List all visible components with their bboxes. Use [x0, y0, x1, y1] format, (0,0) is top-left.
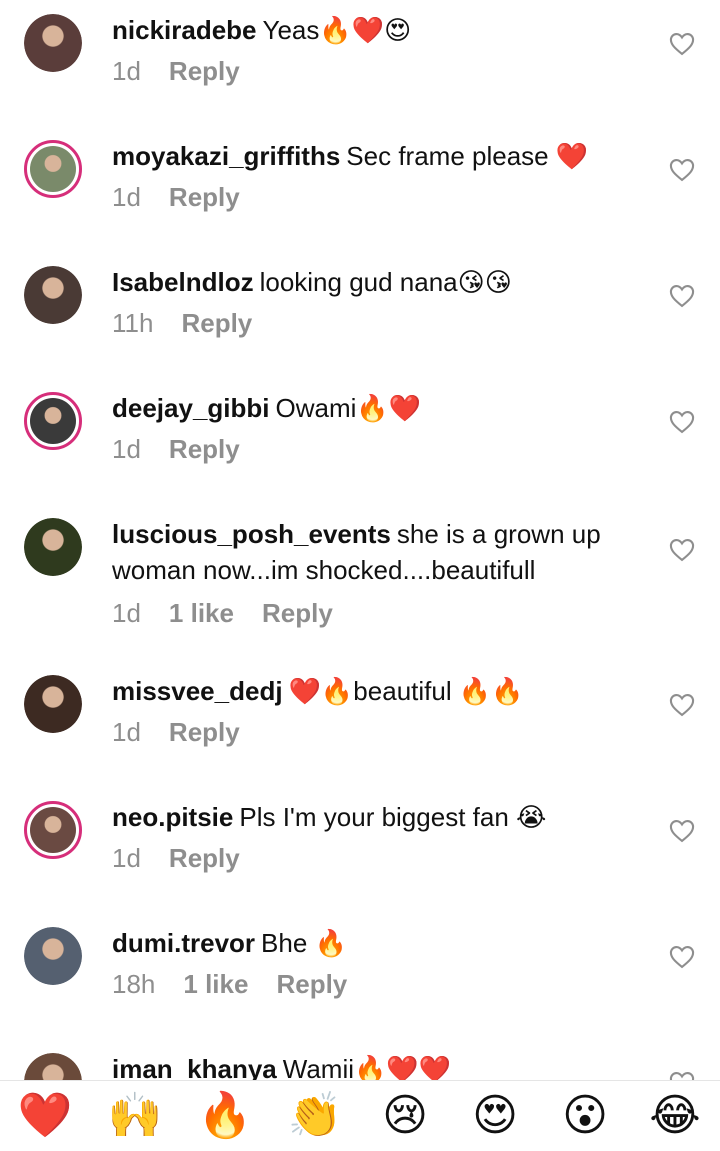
comment-username[interactable]: iman_khanya — [112, 1054, 277, 1080]
laughing-emoji-button[interactable]: 😂 — [635, 1086, 715, 1146]
reply-button[interactable]: Reply — [276, 969, 347, 999]
comment-body: Yeas🔥❤️😍 — [262, 15, 412, 45]
comment-username[interactable]: deejay_gibbi — [112, 393, 270, 423]
comment-meta: 1d Reply — [112, 56, 268, 87]
comment-time: 1d — [112, 598, 141, 628]
reply-button[interactable]: Reply — [169, 843, 240, 873]
comment-text: neo.pitsie Pls I'm your biggest fan 😭 — [112, 799, 642, 835]
like-heart-icon[interactable] — [668, 943, 696, 971]
comment-body: Pls I'm your biggest fan 😭 — [239, 802, 547, 832]
avatar[interactable] — [24, 266, 82, 324]
avatar-image — [30, 146, 76, 192]
comment-text: missvee_dedj ❤️🔥beautiful 🔥🔥 — [112, 673, 642, 709]
comment-text: iman_khanya Wamii🔥❤️❤️ — [112, 1051, 642, 1080]
like-heart-icon[interactable] — [668, 156, 696, 184]
comment-text: nickiradebe Yeas🔥❤️😍 — [112, 12, 642, 48]
comment-time: 1d — [112, 182, 141, 212]
avatar-image — [30, 398, 76, 444]
comment-body: ❤️🔥beautiful 🔥🔥 — [288, 676, 524, 706]
comment-time: 18h — [112, 969, 156, 999]
avatar[interactable] — [24, 927, 82, 985]
surprised-emoji-button[interactable]: 😮 — [545, 1086, 625, 1146]
comment-meta: 18h 1 like Reply — [112, 969, 375, 1000]
comment-time: 1d — [112, 56, 141, 86]
comment-likes[interactable]: 1 like — [183, 969, 248, 999]
comment-likes[interactable]: 1 like — [169, 598, 234, 628]
comment-time: 1d — [112, 843, 141, 873]
comment-meta: 1d 1 like Reply — [112, 598, 361, 629]
comment-body: Wamii🔥❤️❤️ — [282, 1054, 452, 1080]
comments-list: nickiradebe Yeas🔥❤️😍 1d Reply moyakazi_griff… — [0, 0, 720, 1080]
comment-username[interactable]: nickiradebe — [112, 15, 257, 45]
avatar-image — [24, 518, 82, 576]
fire-emoji-button[interactable]: 🔥 — [185, 1086, 265, 1146]
avatar[interactable] — [24, 801, 82, 859]
reply-button[interactable]: Reply — [169, 434, 240, 464]
comment-username[interactable]: neo.pitsie — [112, 802, 233, 832]
avatar-image — [24, 675, 82, 733]
avatar-image — [30, 807, 76, 853]
avatar[interactable] — [24, 675, 82, 733]
comment-time: 1d — [112, 717, 141, 747]
comment-body: Bhe 🔥 — [261, 928, 347, 958]
comment-meta: 1d Reply — [112, 434, 268, 465]
like-heart-icon[interactable] — [668, 282, 696, 310]
reply-button[interactable]: Reply — [181, 308, 252, 338]
like-heart-icon[interactable] — [668, 691, 696, 719]
reply-button[interactable]: Reply — [169, 717, 240, 747]
avatar[interactable] — [24, 1053, 82, 1080]
like-heart-icon[interactable] — [668, 536, 696, 564]
comment-text: deejay_gibbi Owami🔥❤️ — [112, 390, 642, 426]
comment-username[interactable]: missvee_dedj — [112, 676, 283, 706]
like-heart-icon[interactable] — [668, 1069, 696, 1080]
avatar-image — [24, 927, 82, 985]
reply-button[interactable]: Reply — [169, 182, 240, 212]
comment-body: looking gud nana😘😘 — [259, 267, 512, 297]
crying-emoji-button[interactable]: 😢 — [365, 1086, 445, 1146]
avatar-image — [24, 1053, 82, 1080]
avatar[interactable] — [24, 392, 82, 450]
reply-button[interactable]: Reply — [262, 598, 333, 628]
heart-emoji-button[interactable]: ❤️ — [5, 1086, 85, 1146]
like-heart-icon[interactable] — [668, 30, 696, 58]
comment-body: Owami🔥❤️ — [275, 393, 422, 423]
comment-text: moyakazi_griffiths Sec frame please ❤️ — [112, 138, 642, 174]
comment-username[interactable]: dumi.trevor — [112, 928, 255, 958]
comment-meta: 1d Reply — [112, 717, 268, 748]
comment-time: 11h — [112, 308, 154, 338]
comment-meta: 11h Reply — [112, 308, 280, 339]
avatar[interactable] — [24, 14, 82, 72]
comment-body: Sec frame please ❤️ — [346, 141, 589, 171]
like-heart-icon[interactable] — [668, 817, 696, 845]
quick-reaction-bar: ❤️ 🙌 🔥 👏 😢 😍 😮 😂 — [0, 1080, 720, 1151]
reply-button[interactable]: Reply — [169, 56, 240, 86]
avatar[interactable] — [24, 140, 82, 198]
avatar-image — [24, 14, 82, 72]
raised-hands-emoji-button[interactable]: 🙌 — [95, 1086, 175, 1146]
comment-username[interactable]: moyakazi_griffiths — [112, 141, 340, 171]
comment-username[interactable]: Isabelndloz — [112, 267, 254, 297]
avatar[interactable] — [24, 518, 82, 576]
comment-time: 1d — [112, 434, 141, 464]
comment-username[interactable]: luscious_posh_events — [112, 519, 391, 549]
avatar-image — [24, 266, 82, 324]
heart-eyes-emoji-button[interactable]: 😍 — [455, 1086, 535, 1146]
comment-text: dumi.trevor Bhe 🔥 — [112, 925, 642, 961]
comment-text: luscious_posh_events she is a grown up wo… — [112, 516, 642, 588]
comment-text: Isabelndloz looking gud nana😘😘 — [112, 264, 642, 300]
like-heart-icon[interactable] — [668, 408, 696, 436]
comment-meta: 1d Reply — [112, 843, 268, 874]
comment-meta: 1d Reply — [112, 182, 268, 213]
clapping-emoji-button[interactable]: 👏 — [275, 1086, 355, 1146]
